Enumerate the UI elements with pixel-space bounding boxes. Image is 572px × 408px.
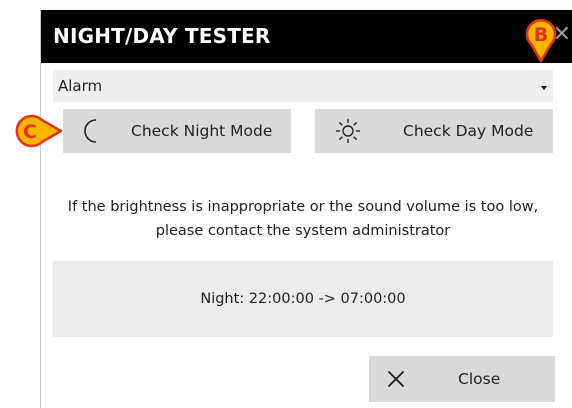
device-select[interactable]: Alarm: [53, 70, 553, 102]
dialog-title: NIGHT/DAY TESTER: [53, 24, 271, 48]
close-button-label: Close: [458, 370, 501, 388]
callout-badge-c-label: C: [23, 121, 37, 143]
background: [0, 0, 40, 408]
check-day-mode-button[interactable]: Check Day Mode: [315, 109, 553, 153]
close-icon: [385, 368, 407, 394]
close-button[interactable]: Close: [369, 356, 555, 402]
night-schedule-text: Night: 22:00:00 -> 07:00:00: [200, 291, 406, 307]
moon-icon: [79, 118, 103, 148]
sun-icon: [335, 118, 361, 148]
check-night-mode-button[interactable]: Check Night Mode: [63, 109, 291, 153]
dropdown-arrow-icon[interactable]: [541, 86, 547, 90]
info-message: If the brightness is inappropriate or th…: [67, 199, 539, 239]
check-night-mode-label: Check Night Mode: [131, 122, 273, 140]
callout-badge-b: B: [525, 18, 557, 63]
schedule-panel: Night: 22:00:00 -> 07:00:00: [53, 261, 553, 337]
night-day-tester-dialog: NIGHT/DAY TESTER ✕ Alarm Check Night Mod…: [40, 10, 572, 408]
check-day-mode-label: Check Day Mode: [403, 122, 534, 140]
dialog-titlebar: NIGHT/DAY TESTER ✕: [41, 10, 572, 63]
device-select-value: Alarm: [58, 77, 103, 95]
callout-badge-c: C: [15, 114, 63, 148]
callout-badge-b-label: B: [534, 24, 548, 46]
